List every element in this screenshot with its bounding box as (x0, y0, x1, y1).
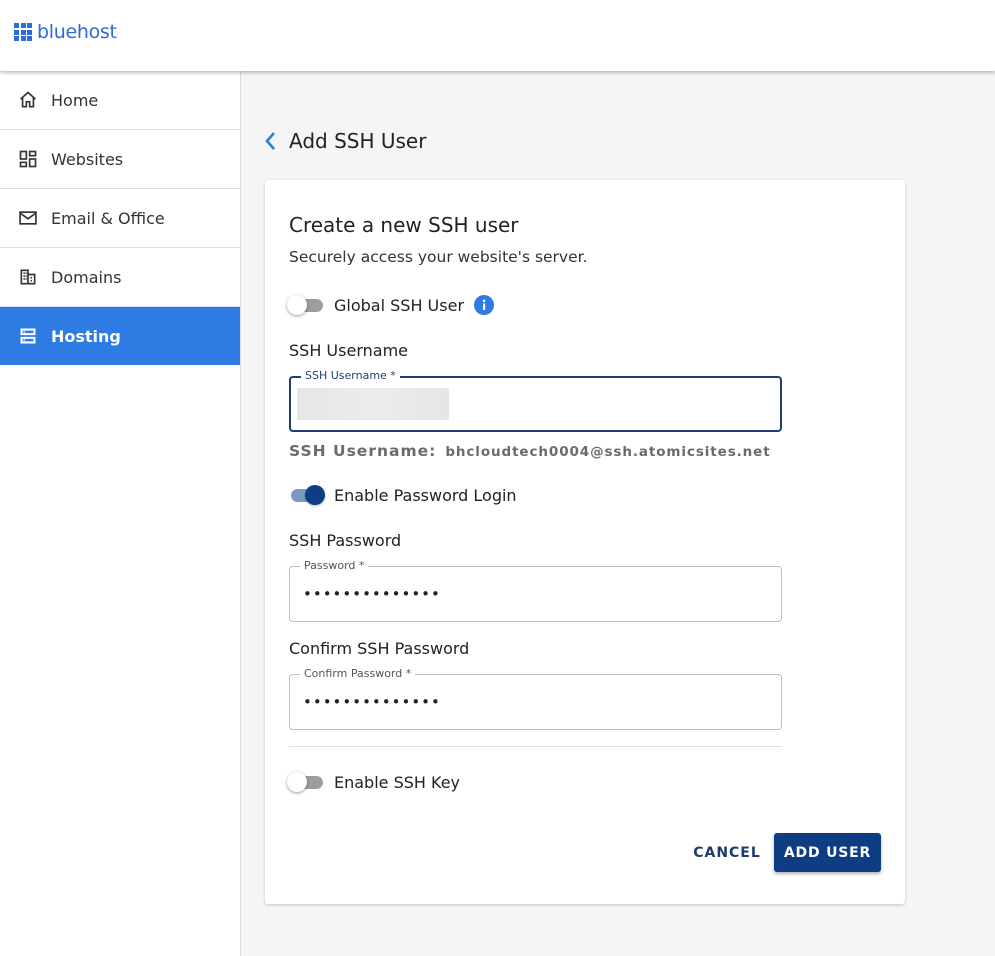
server-icon (18, 326, 38, 346)
divider (289, 746, 782, 747)
sidebar-item-label: Websites (51, 149, 124, 169)
ssh-password-heading: SSH Password (289, 531, 402, 550)
ssh-username-input[interactable] (304, 396, 744, 414)
sidebar-item-label: Home (51, 90, 99, 110)
page-title: Add SSH User (289, 129, 427, 153)
confirm-password-field[interactable]: Confirm Password * (289, 667, 782, 730)
card-subtitle: Securely access your website's server. (289, 248, 588, 266)
add-user-button[interactable]: ADD USER (774, 833, 881, 872)
confirm-password-heading: Confirm SSH Password (289, 639, 470, 658)
logo-grid-icon (14, 23, 32, 41)
chevron-left-icon[interactable] (263, 128, 279, 154)
building-icon (18, 267, 38, 287)
sidebar-item-label: Hosting (51, 326, 121, 346)
sidebar-item-label: Domains (51, 267, 122, 287)
home-icon (18, 90, 38, 110)
password-input[interactable] (303, 585, 743, 603)
password-field-label: Password * (300, 559, 369, 573)
global-ssh-label: Global SSH User (334, 295, 465, 315)
confirm-password-field-label: Confirm Password * (300, 667, 416, 681)
sidebar-item-websites[interactable]: Websites (0, 130, 240, 189)
ssh-username-helper: SSH Username: bhcloudtech0004@ssh.atomic… (289, 442, 771, 460)
sidebar-item-email-office[interactable]: Email & Office (0, 189, 240, 248)
global-ssh-toggle[interactable] (287, 294, 325, 316)
ssh-username-heading: SSH Username (289, 341, 408, 360)
page-header: Add SSH User (263, 128, 426, 154)
password-field[interactable]: Password * (289, 559, 782, 622)
confirm-password-input[interactable] (303, 693, 743, 711)
password-login-row: Enable Password Login (287, 484, 517, 506)
dashboard-grid-icon (18, 149, 38, 169)
ssh-key-toggle[interactable] (287, 771, 325, 793)
card-title: Create a new SSH user (289, 213, 519, 237)
global-ssh-row: Global SSH User (287, 294, 495, 316)
bluehost-logo[interactable]: bluehost (14, 21, 117, 43)
ssh-username-field-label: SSH Username * (301, 369, 400, 383)
logo-text: bluehost (37, 21, 117, 43)
ssh-username-helper-key: SSH Username: (289, 442, 437, 460)
ssh-key-label: Enable SSH Key (334, 772, 461, 792)
ssh-username-helper-value: bhcloudtech0004@ssh.atomicsites.net (445, 444, 771, 460)
password-login-toggle[interactable] (287, 484, 325, 506)
sidebar-item-hosting[interactable]: Hosting (0, 307, 240, 365)
mail-icon (18, 208, 38, 228)
ssh-username-field[interactable]: SSH Username * (289, 369, 782, 432)
password-login-label: Enable Password Login (334, 485, 517, 505)
ssh-key-row: Enable SSH Key (287, 771, 460, 793)
sidebar: Home Websites Email & Office Domains Hos… (0, 71, 241, 956)
top-bar: bluehost (0, 0, 995, 71)
add-ssh-user-card: Create a new SSH user Securely access yo… (265, 180, 905, 904)
sidebar-item-home[interactable]: Home (0, 71, 240, 130)
info-icon[interactable] (474, 295, 495, 315)
cancel-button[interactable]: CANCEL (685, 838, 769, 868)
sidebar-item-domains[interactable]: Domains (0, 248, 240, 307)
sidebar-item-label: Email & Office (51, 208, 165, 228)
